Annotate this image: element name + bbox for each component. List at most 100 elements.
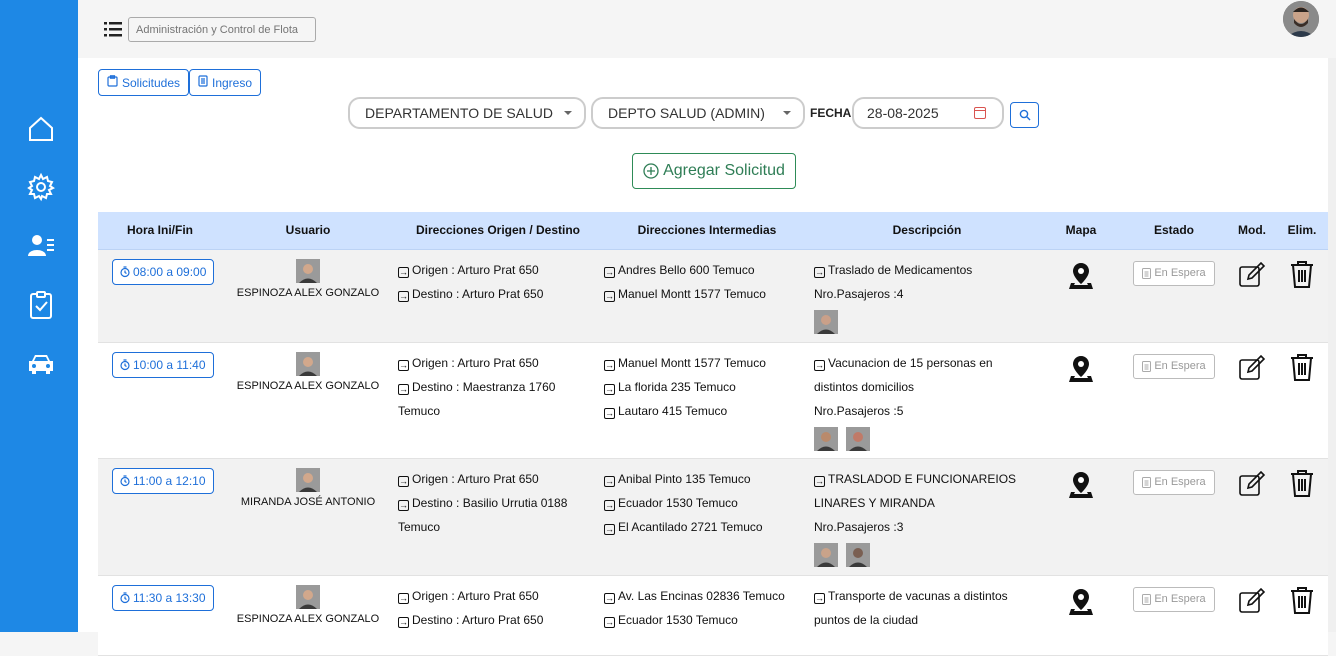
origin-address: → Origen : Arturo Prat 650 xyxy=(398,584,602,608)
ingreso-button[interactable]: Ingreso xyxy=(189,69,262,96)
status-button[interactable]: En Espera xyxy=(1133,469,1215,495)
origin-address: → Origen : Arturo Prat 650 xyxy=(398,351,602,375)
gear-icon[interactable] xyxy=(24,170,58,204)
avatar[interactable] xyxy=(296,351,320,376)
map-pin-icon[interactable] xyxy=(1068,262,1094,290)
description-line: distintos domicilios xyxy=(814,375,1042,399)
origin-address: → Origen : Arturo Prat 650 xyxy=(398,467,602,491)
avatar[interactable] xyxy=(1283,1,1319,37)
header-descripcion[interactable]: Descripción xyxy=(812,212,1042,250)
arrow-right-icon: → xyxy=(604,523,615,535)
avatar[interactable] xyxy=(846,426,870,451)
header-usuario[interactable]: Usuario xyxy=(222,212,394,250)
arrow-right-icon: → xyxy=(814,359,825,371)
avatar[interactable] xyxy=(814,309,838,334)
brand-field[interactable] xyxy=(128,17,316,42)
origin-text: Origen : Arturo Prat 650 xyxy=(412,471,539,486)
fecha-label: FECHA xyxy=(810,106,852,120)
edit-icon[interactable] xyxy=(1238,354,1266,382)
trash-icon[interactable] xyxy=(1288,468,1316,498)
search-button[interactable] xyxy=(1010,102,1039,128)
map-pin-icon[interactable] xyxy=(1068,471,1094,499)
arrow-right-icon: → xyxy=(398,290,409,302)
avatar[interactable] xyxy=(296,258,320,283)
solicitudes-button[interactable]: Solicitudes xyxy=(98,69,190,96)
destino-extra: Temuco xyxy=(398,403,441,418)
add-request-button[interactable]: Agregar Solicitud xyxy=(632,153,796,189)
trash-icon[interactable] xyxy=(1288,585,1316,615)
solicitudes-label: Solicitudes xyxy=(122,75,181,90)
header-hora[interactable]: Hora Ini/Fin xyxy=(98,212,222,250)
avatar[interactable] xyxy=(814,542,838,567)
search-icon xyxy=(1019,109,1030,121)
arrow-right-icon: → xyxy=(604,407,615,419)
description-text: Traslado de Medicamentos xyxy=(828,262,973,277)
time-range-button[interactable]: 11:30 a 13:30 xyxy=(112,584,214,611)
arrow-right-icon: → xyxy=(398,475,409,487)
home-icon[interactable] xyxy=(24,112,58,146)
status-button[interactable]: En Espera xyxy=(1133,260,1215,286)
description-text: TRASLADOD E FUNCIONAREIOS xyxy=(828,471,1017,486)
description-text: puntos de la ciudad xyxy=(814,612,919,627)
menu-toggle-icon[interactable] xyxy=(104,20,124,38)
destination-text: Destino : Basilio Urrutia 0188 xyxy=(412,495,568,510)
description-text: LINARES Y MIRANDA xyxy=(814,495,935,510)
arrow-right-icon: → xyxy=(398,499,409,511)
ingreso-label: Ingreso xyxy=(212,75,253,90)
users-list-icon[interactable] xyxy=(24,229,58,263)
header-intermedias[interactable]: Direcciones Intermedias xyxy=(602,212,812,250)
header-mapa[interactable]: Mapa xyxy=(1042,212,1120,250)
date-value: 28-08-2025 xyxy=(867,105,939,121)
time-range-button[interactable]: 11:00 a 12:10 xyxy=(112,467,214,494)
status-button[interactable]: En Espera xyxy=(1133,586,1215,612)
time-range-button[interactable]: 08:00 a 09:00 xyxy=(112,258,215,285)
avatar[interactable] xyxy=(846,542,870,567)
arrow-right-icon: → xyxy=(604,290,615,302)
clipboard-check-icon[interactable] xyxy=(24,288,58,322)
calendar-icon[interactable] xyxy=(974,107,986,119)
intermediate-text: Ecuador 1530 Temuco xyxy=(618,495,738,510)
date-field[interactable]: 28-08-2025 xyxy=(852,97,1004,129)
time-range-button[interactable]: 10:00 a 11:40 xyxy=(112,351,214,378)
trash-icon[interactable] xyxy=(1288,259,1316,289)
add-request-label: Agregar Solicitud xyxy=(663,162,785,179)
intermediate-text: Anibal Pinto 135 Temuco xyxy=(618,471,751,486)
intermediate-address: → Andres Bello 600 Temuco xyxy=(604,258,812,282)
avatar[interactable] xyxy=(296,584,320,609)
header-estado[interactable]: Estado xyxy=(1120,212,1228,250)
map-pin-icon[interactable] xyxy=(1068,355,1094,383)
arrow-right-icon: → xyxy=(398,359,409,371)
arrow-right-icon: → xyxy=(604,475,615,487)
description-line: LINARES Y MIRANDA xyxy=(814,491,1042,515)
status-label: En Espera xyxy=(1154,593,1206,605)
passenger-count: Nro.Pasajeros :4 xyxy=(814,286,904,301)
intermediate-address: → Ecuador 1530 Temuco xyxy=(604,608,812,632)
table-header: Hora Ini/Fin Usuario Direcciones Origen … xyxy=(98,212,1328,250)
table-row: 11:00 a 12:10 MIRANDA JOSÉ ANTONIO → Origen… xyxy=(98,458,1328,576)
header-mod[interactable]: Mod. xyxy=(1228,212,1276,250)
map-pin-icon[interactable] xyxy=(1068,588,1094,616)
sub-department-value: DEPTO SALUD (ADMIN) xyxy=(608,105,765,121)
time-range-label: 08:00 a 09:00 xyxy=(133,264,207,279)
edit-icon[interactable] xyxy=(1238,470,1266,498)
intermediate-text: Lautaro 415 Temuco xyxy=(618,403,728,418)
status-button[interactable]: En Espera xyxy=(1133,353,1215,379)
arrow-right-icon: → xyxy=(398,592,409,604)
intermediate-address: → La florida 235 Temuco xyxy=(604,375,812,399)
car-icon[interactable] xyxy=(24,347,58,381)
intermediate-address: → Ecuador 1530 Temuco xyxy=(604,491,812,515)
avatar[interactable] xyxy=(814,426,838,451)
sub-department-select[interactable]: DEPTO SALUD (ADMIN) xyxy=(591,97,805,129)
edit-icon[interactable] xyxy=(1238,261,1266,289)
intermediate-address: → Manuel Montt 1577 Temuco xyxy=(604,282,812,306)
scrollbar[interactable] xyxy=(1328,58,1336,632)
avatar[interactable] xyxy=(296,467,320,492)
department-select[interactable]: DEPARTAMENTO DE SALUD xyxy=(348,97,586,129)
header-elim[interactable]: Elim. xyxy=(1276,212,1328,250)
trash-icon[interactable] xyxy=(1288,352,1316,382)
header-origen-destino[interactable]: Direcciones Origen / Destino xyxy=(394,212,602,250)
arrow-right-icon: → xyxy=(604,616,615,628)
table-row: 08:00 a 09:00 ESPINOZA ALEX GONZALO → Orige… xyxy=(98,249,1328,343)
time-range-label: 11:00 a 12:10 xyxy=(133,473,206,488)
edit-icon[interactable] xyxy=(1238,587,1266,615)
